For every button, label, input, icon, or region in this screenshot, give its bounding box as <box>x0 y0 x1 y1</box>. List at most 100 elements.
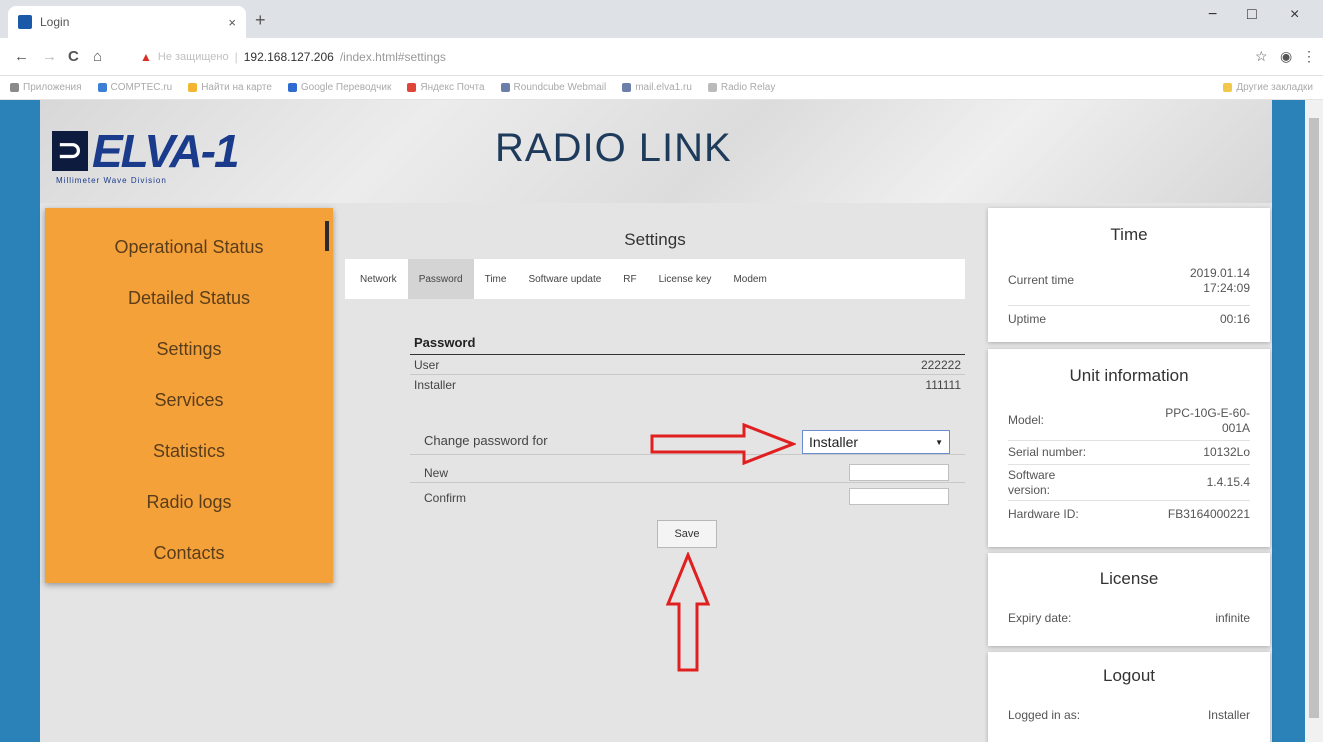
tab-time[interactable]: Time <box>474 259 518 299</box>
menu-icon[interactable]: ⋮ <box>1302 48 1316 65</box>
page-scrollbar[interactable] <box>1305 100 1323 742</box>
installer-label: Installer <box>414 378 457 392</box>
bookmark-icon <box>707 83 717 92</box>
account-icon[interactable]: ◉ <box>1280 48 1292 65</box>
bookmark-item[interactable]: Приложения <box>10 82 82 93</box>
tab-close-icon[interactable]: × <box>228 15 236 30</box>
user-label: User <box>414 357 440 372</box>
close-window-icon[interactable]: × <box>1290 6 1299 24</box>
url-host: 192.168.127.206 <box>243 50 334 64</box>
bookmark-icon <box>287 83 297 92</box>
minimize-icon[interactable]: − <box>1208 6 1217 24</box>
logout-title[interactable]: Logout <box>1008 652 1250 700</box>
serial-row: Serial number: 10132Lo <box>1008 441 1250 465</box>
bookmark-item[interactable]: Найти на карте <box>188 82 272 93</box>
confirm-password-row: Confirm <box>410 488 965 507</box>
logged-in-row: Logged in as: Installer <box>1008 700 1250 730</box>
bookmark-item[interactable]: Google Переводчик <box>287 82 391 93</box>
sidebar-item-detailed-status[interactable]: Detailed Status <box>45 273 333 324</box>
url-field[interactable]: ▲ Не защищено | 192.168.127.206/index.ht… <box>140 46 1300 68</box>
home-icon[interactable]: ⌂ <box>93 48 102 65</box>
bookmark-icon <box>188 83 198 92</box>
reload-icon[interactable]: C <box>68 48 79 65</box>
up-arrow-annotation-icon <box>665 552 711 672</box>
sidebar-item-operational-status[interactable]: Operational Status <box>45 222 333 273</box>
uptime-label: Uptime <box>1008 311 1047 326</box>
model-value: PPC-10G-E-60-001A <box>1165 406 1250 435</box>
sidebar-item-statistics[interactable]: Statistics <box>45 426 333 477</box>
confirm-password-input[interactable] <box>849 488 949 505</box>
save-button[interactable]: Save <box>657 520 717 548</box>
app-container: ⊃ ELVA-1 Millimeter Wave Division RADIO … <box>40 100 1272 742</box>
settings-panel: Settings Network Password Time Software … <box>345 230 965 299</box>
new-tab-icon[interactable]: + <box>255 10 266 31</box>
password-heading: Password <box>410 333 965 355</box>
license-card: License Expiry date: infinite <box>988 553 1270 646</box>
logo: ⊃ ELVA-1 Millimeter Wave Division <box>52 124 240 185</box>
logo-text: ELVA-1 <box>92 125 240 177</box>
bookmark-icon <box>622 83 632 92</box>
sidebar-item-radio-logs[interactable]: Radio logs <box>45 477 333 528</box>
password-section: Password User 222222 Installer 111111 <box>410 333 965 395</box>
tab-modem[interactable]: Modem <box>722 259 777 299</box>
browser-tab[interactable]: Login × <box>8 6 246 38</box>
change-password-label: Change password for <box>424 433 548 448</box>
tab-software-update[interactable]: Software update <box>517 259 612 299</box>
hardware-value: FB3164000221 <box>1167 506 1250 521</box>
bookmark-item[interactable]: mail.elva1.ru <box>622 82 692 93</box>
folder-icon <box>1223 83 1233 92</box>
bookmarks-bar: Приложения COMPTEC.ru Найти на карте Goo… <box>0 76 1323 100</box>
bookmark-other[interactable]: Другие закладки <box>1223 82 1323 93</box>
url-path: /index.html#settings <box>339 50 446 64</box>
bookmark-item[interactable]: Radio Relay <box>707 82 775 93</box>
tab-rf[interactable]: RF <box>612 259 647 299</box>
expiry-value: infinite <box>1215 610 1250 625</box>
bookmark-item[interactable]: COMPTEC.ru <box>97 82 172 93</box>
forward-icon[interactable]: → <box>42 48 57 65</box>
user-row: User 222222 <box>410 355 965 375</box>
active-nav-marker <box>325 221 329 251</box>
uptime-row: Uptime 00:16 <box>1008 306 1250 332</box>
bookmark-icon <box>500 83 510 92</box>
header: ⊃ ELVA-1 Millimeter Wave Division RADIO … <box>40 100 1272 203</box>
time-card: Time Current time 2019.01.14 17:24:09 Upt… <box>988 208 1270 342</box>
tab-password[interactable]: Password <box>407 259 474 299</box>
software-label: Software version: <box>1008 468 1056 497</box>
scrollbar-thumb[interactable] <box>1309 118 1319 718</box>
tab-license-key[interactable]: License key <box>648 259 723 299</box>
unit-info-title: Unit information <box>1069 366 1189 385</box>
back-icon[interactable]: ← <box>14 48 29 65</box>
tab-network[interactable]: Network <box>349 259 408 299</box>
browser-tab-bar: Login × + − □ × <box>0 0 1323 38</box>
license-title: License <box>1099 569 1159 588</box>
sidebar-item-services[interactable]: Services <box>45 375 333 426</box>
tab-title: Login <box>40 15 70 29</box>
new-password-input[interactable] <box>849 464 949 481</box>
change-password-select[interactable]: Installer ▼ <box>802 430 950 454</box>
model-label: Model: <box>1008 413 1045 428</box>
confirm-password-label: Confirm <box>424 490 467 505</box>
bookmark-item[interactable]: Яндекс Почта <box>407 82 485 93</box>
bookmark-item[interactable]: Roundcube Webmail <box>500 82 606 93</box>
sidebar: Operational Status Detailed Status Setti… <box>45 208 333 583</box>
page-background: ⊃ ELVA-1 Millimeter Wave Division RADIO … <box>0 100 1305 742</box>
time-card-title: Time <box>1110 225 1148 244</box>
star-icon[interactable]: ☆ <box>1255 48 1268 65</box>
unit-info-card: Unit information Model: PPC-10G-E-60-001… <box>988 349 1270 547</box>
logo-subtitle: Millimeter Wave Division <box>56 176 167 185</box>
expiry-label: Expiry date: <box>1008 610 1072 625</box>
not-secure-label: Не защищено <box>157 51 229 63</box>
url-divider: | <box>234 50 238 64</box>
serial-label: Serial number: <box>1008 445 1087 460</box>
apps-icon <box>10 83 19 92</box>
logout-card: Logout Logged in as: Installer <box>988 652 1270 742</box>
new-password-row: New <box>410 464 965 483</box>
installer-row: Installer 111111 <box>410 375 965 395</box>
maximize-icon[interactable]: □ <box>1247 6 1257 24</box>
logo-mark-icon: ⊃ <box>52 131 88 171</box>
sidebar-item-contacts[interactable]: Contacts <box>45 528 333 579</box>
favicon-icon <box>18 15 32 29</box>
settings-tabs: Network Password Time Software update RF… <box>345 259 965 299</box>
sidebar-item-settings[interactable]: Settings <box>45 324 333 375</box>
current-time-value: 2019.01.14 17:24:09 <box>1189 266 1250 295</box>
